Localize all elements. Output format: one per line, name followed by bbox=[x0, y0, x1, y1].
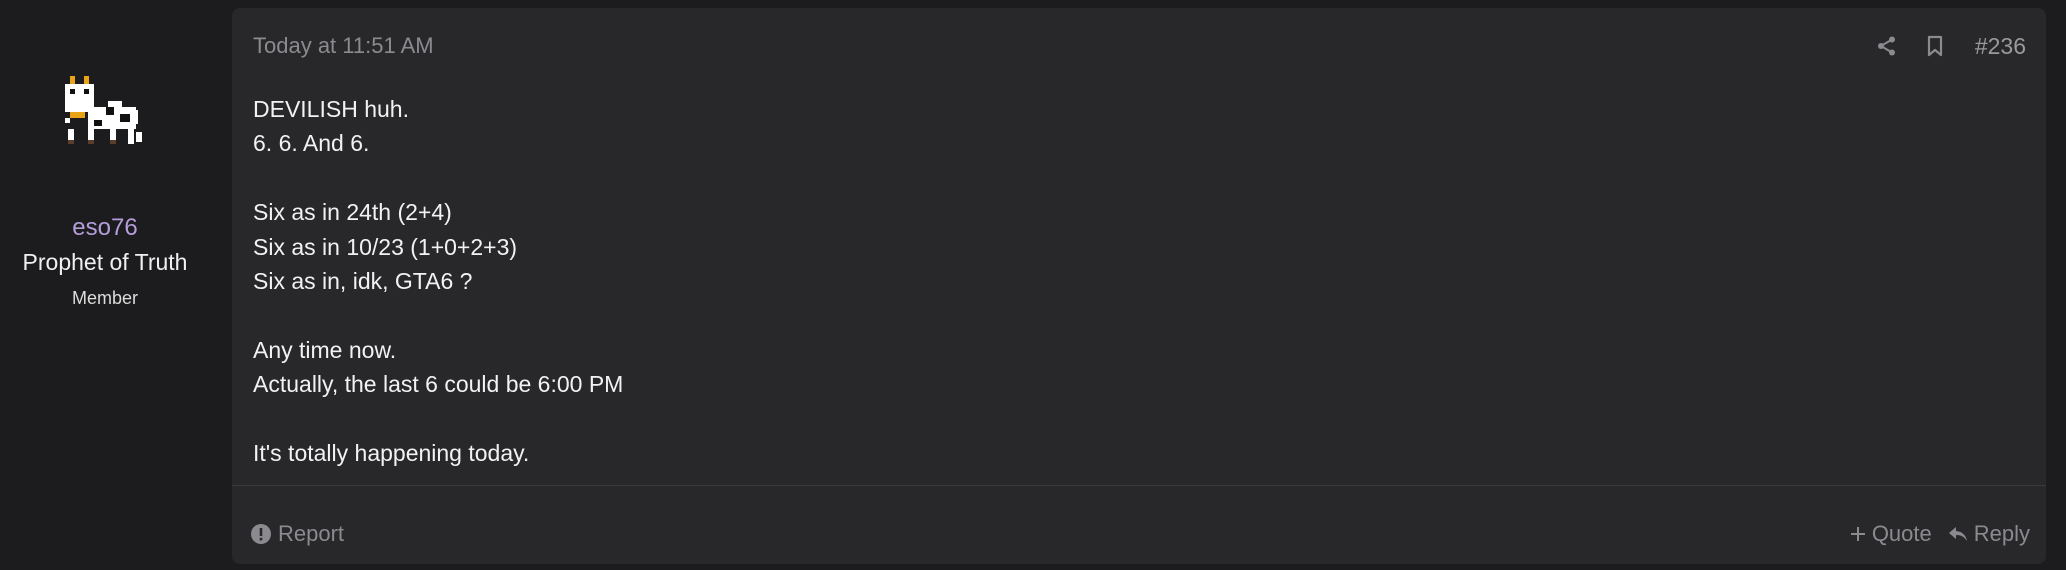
message-line: Six as in, idk, GTA6 ? bbox=[253, 268, 473, 295]
message-line: Any time now. bbox=[253, 336, 397, 363]
reply-arrow-icon bbox=[1948, 525, 1968, 543]
user-column: eso76 Prophet of Truth Member bbox=[0, 0, 210, 570]
message-line: It's totally happening today. bbox=[253, 440, 530, 467]
report-button[interactable]: Report bbox=[250, 520, 344, 548]
username-link[interactable]: eso76 bbox=[0, 213, 210, 243]
post-timestamp-link[interactable]: Today at 11:51 AM bbox=[253, 32, 434, 60]
post-card: Today at 11:51 AM #236 DEVILISH huh. 6. 6… bbox=[232, 8, 2046, 564]
quote-button[interactable]: Quote bbox=[1850, 520, 1932, 548]
forum-post-page: eso76 Prophet of Truth Member Today at 1… bbox=[0, 0, 2066, 570]
message-line: 6. 6. And 6. bbox=[253, 130, 370, 157]
post-actions: #236 bbox=[1873, 32, 2026, 60]
plus-icon bbox=[1850, 526, 1866, 542]
bookmark-icon[interactable] bbox=[1921, 32, 1949, 60]
report-icon bbox=[250, 523, 272, 545]
reply-button[interactable]: Reply bbox=[1948, 520, 2030, 548]
post-number-link[interactable]: #236 bbox=[1975, 32, 2026, 60]
reply-label: Reply bbox=[1973, 521, 2030, 546]
post-footer-divider bbox=[232, 485, 2046, 486]
report-label: Report bbox=[278, 521, 345, 546]
post-footer-actions: Quote Reply bbox=[1850, 520, 2030, 548]
quote-label: Quote bbox=[1871, 521, 1932, 546]
message-line: DEVILISH huh. bbox=[253, 96, 409, 122]
message-line: Actually, the last 6 could be 6:00 PM bbox=[253, 371, 624, 398]
pixel-cow-avatar[interactable] bbox=[60, 74, 154, 148]
share-icon[interactable] bbox=[1873, 32, 1901, 60]
user-title: Prophet of Truth bbox=[22, 249, 188, 275]
message-line: Six as in 10/23 (1+0+2+3) bbox=[253, 233, 518, 260]
message-line: Six as in 24th (2+4) bbox=[253, 199, 452, 226]
post-message-body: DEVILISH huh. 6. 6. And 6. Six as in 24th … bbox=[253, 92, 2013, 470]
user-banner: Member bbox=[71, 288, 138, 308]
